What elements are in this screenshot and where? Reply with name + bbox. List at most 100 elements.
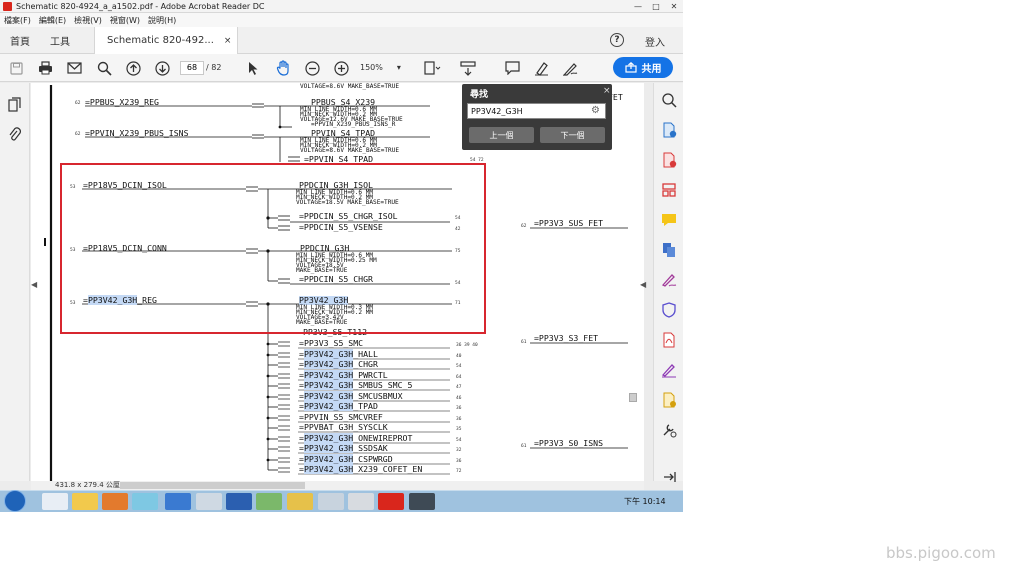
sign-icon[interactable]: [562, 59, 578, 77]
create-pdf-icon[interactable]: [661, 152, 677, 168]
gear-icon[interactable]: ⚙: [591, 105, 600, 116]
acrobat-app-icon: [3, 1, 12, 11]
menu-edit[interactable]: 編輯(E): [39, 15, 66, 26]
organize-pages-icon[interactable]: [661, 182, 677, 198]
taskbar-app-acrobat[interactable]: [378, 493, 404, 510]
search-hit[interactable]: PP3V42_G3H: [303, 380, 354, 390]
protect-icon[interactable]: [661, 302, 677, 318]
taskbar-app[interactable]: [165, 493, 191, 510]
search-hit[interactable]: PP3V42_G3H: [303, 464, 354, 474]
export-pdf-icon[interactable]: [661, 122, 677, 138]
find-next-button[interactable]: 下一個: [540, 127, 605, 143]
minimize-button[interactable]: —: [629, 0, 647, 13]
clock[interactable]: 下午 10:14: [624, 496, 666, 507]
tab-tools[interactable]: 工具: [50, 27, 70, 54]
find-previous-button[interactable]: 上一個: [469, 127, 534, 143]
menu-view[interactable]: 檢視(V): [74, 15, 102, 26]
search-hit[interactable]: PP3V42_G3H: [303, 454, 354, 464]
net-list-item: =PP3V42_G3H_SMCUSBMUX: [299, 391, 403, 401]
expand-rail-icon[interactable]: [661, 469, 677, 485]
mail-icon[interactable]: [66, 59, 82, 77]
tab-document[interactable]: Schematic 820-492... ×: [94, 27, 239, 54]
vertical-scroll-thumb[interactable]: [629, 393, 637, 402]
page-ref: 36: [456, 406, 462, 411]
close-window-button[interactable]: ✕: [665, 0, 683, 13]
tab-close-icon[interactable]: ×: [224, 36, 232, 46]
fill-sign-icon[interactable]: [661, 272, 677, 288]
comment-icon[interactable]: [504, 59, 520, 77]
net-list-item: =PP3V42_G3H_ONEWIREPROT: [299, 433, 413, 443]
search-hit[interactable]: PP3V42_G3H: [303, 359, 354, 369]
horizontal-scroll-thumb[interactable]: [120, 482, 305, 489]
title-bar: Schematic 820-4924_a_a1502.pdf - Adobe A…: [0, 0, 683, 13]
taskbar-app[interactable]: [72, 493, 98, 510]
menu-window[interactable]: 視窗(W): [110, 15, 140, 26]
taskbar-app[interactable]: [348, 493, 374, 510]
save-icon[interactable]: [8, 59, 24, 77]
watermark: bbs.pigoo.com: [886, 544, 996, 562]
net-list-item: =PP3V42_G3H_SSDSAK: [299, 443, 388, 453]
acrobat-pdf-icon[interactable]: [661, 332, 677, 348]
page-total: / 82: [206, 63, 222, 72]
page-up-icon[interactable]: [125, 59, 141, 77]
tab-home[interactable]: 首頁: [10, 27, 30, 54]
vertical-scrollbar[interactable]: [628, 83, 638, 481]
page-ref: 62: [75, 101, 81, 106]
search-hit[interactable]: PP3V42_G3H: [303, 401, 354, 411]
search-icon[interactable]: [96, 59, 112, 77]
taskbar-app[interactable]: [196, 493, 222, 510]
page-ref: 61: [521, 340, 527, 345]
net-label: =PPBUS_X239_REG: [85, 97, 159, 107]
zoom-out-icon[interactable]: [304, 59, 320, 77]
zoom-search-icon[interactable]: [661, 92, 677, 108]
attachments-icon[interactable]: [8, 127, 21, 146]
search-hit[interactable]: PP3V42_G3H: [303, 349, 354, 359]
fit-page-icon[interactable]: [422, 59, 442, 77]
taskbar-app[interactable]: [256, 493, 282, 510]
taskbar-app[interactable]: [102, 493, 128, 510]
cursor-icon[interactable]: [246, 59, 260, 77]
highlight-icon[interactable]: [533, 59, 549, 77]
edit-sign-icon[interactable]: [661, 362, 677, 378]
comment-tool-icon[interactable]: [661, 212, 677, 228]
collapse-right-pane-icon[interactable]: ◀: [640, 280, 646, 289]
hand-icon[interactable]: [275, 59, 291, 77]
more-tools-icon[interactable]: [661, 422, 677, 438]
menu-file[interactable]: 檔案(F): [4, 15, 31, 26]
taskbar-app[interactable]: [132, 493, 158, 510]
page-number-input[interactable]: 68: [180, 61, 204, 75]
search-hit[interactable]: PP3V42_G3H: [303, 370, 354, 380]
taskbar-app[interactable]: [226, 493, 252, 510]
tools-rail: [653, 83, 683, 482]
annotation-red-box: [60, 163, 486, 334]
find-input[interactable]: [467, 103, 606, 119]
find-close-icon[interactable]: ×: [603, 86, 611, 96]
scroll-mode-icon[interactable]: [460, 59, 476, 77]
net-list-item: =PP3V42_G3H_TPAD: [299, 401, 378, 411]
taskbar-app[interactable]: [42, 493, 68, 510]
share-button[interactable]: 共用: [613, 57, 673, 78]
login-link[interactable]: 登入: [645, 34, 665, 49]
taskbar-app[interactable]: [409, 493, 435, 510]
share-label: 共用: [641, 64, 662, 75]
start-button[interactable]: [4, 490, 26, 512]
print-icon[interactable]: [37, 59, 53, 77]
help-icon[interactable]: ?: [610, 33, 624, 47]
window-title: Schematic 820-4924_a_a1502.pdf - Adobe A…: [16, 1, 265, 11]
maximize-button[interactable]: □: [647, 0, 665, 13]
zoom-value: 150%: [360, 63, 383, 72]
zoom-level[interactable]: 150% ▾: [360, 61, 408, 75]
zoom-in-icon[interactable]: [333, 59, 349, 77]
page-thumbnails-icon[interactable]: [8, 97, 21, 116]
search-hit[interactable]: PP3V42_G3H: [303, 391, 354, 401]
zoom-dropdown-icon: ▾: [396, 63, 401, 72]
taskbar-app[interactable]: [287, 493, 313, 510]
taskbar-app[interactable]: [318, 493, 344, 510]
send-review-icon[interactable]: [661, 392, 677, 408]
page-down-icon[interactable]: [154, 59, 170, 77]
search-hit[interactable]: PP3V42_G3H: [303, 443, 354, 453]
menu-help[interactable]: 說明(H): [148, 15, 176, 26]
combine-files-icon[interactable]: [661, 242, 677, 258]
collapse-left-pane-icon[interactable]: ◀: [31, 280, 37, 289]
search-hit[interactable]: PP3V42_G3H: [303, 433, 354, 443]
